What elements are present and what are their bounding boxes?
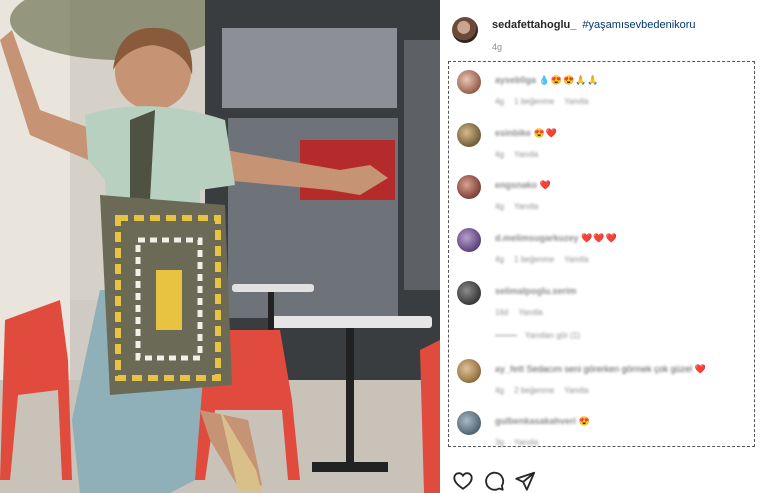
author-avatar[interactable]: [452, 17, 478, 43]
comment-item: selimalpoglu.serim 16d Yanıtla: [449, 281, 754, 321]
comment-body: ay_fett Sedacım seni görerken görmek çok…: [495, 364, 707, 375]
comment-text: 😍❤️: [533, 128, 558, 138]
commenter-username[interactable]: gulbenkasakahveri: [495, 416, 576, 426]
comment-body: esinbike 😍❤️: [495, 128, 558, 139]
replies-divider: [495, 335, 517, 337]
comment-body: ayseb0ga 💧😍😍🙏🙏: [495, 75, 600, 86]
commenter-avatar[interactable]: [457, 281, 481, 305]
comment-meta: 4g 2 beğenme Yanıtla: [495, 386, 597, 395]
comment-age: 4g: [495, 255, 504, 264]
comment-item: engsnako ❤️ 4g Yanıtla: [449, 175, 754, 215]
comment-body: gulbenkasakahveri 😍: [495, 416, 591, 427]
commenter-username[interactable]: d.melimsugarkuzey: [495, 233, 579, 243]
comment-age: 4g: [495, 150, 504, 159]
comment-text: ❤️: [539, 180, 552, 190]
comment-emoji: ❤️: [694, 364, 707, 374]
comment-item: ay_fett Sedacım seni görerken görmek çok…: [449, 359, 754, 399]
comment-meta: 4g 1 beğenme Yanıtla: [495, 255, 597, 264]
comment-meta: 16d Yanıtla: [495, 308, 551, 317]
commenter-avatar[interactable]: [457, 175, 481, 199]
view-replies-link[interactable]: Yanıtları gör (1): [495, 331, 580, 340]
author-username[interactable]: sedafettahoglu_: [492, 19, 576, 31]
photo-icon: [0, 0, 440, 493]
comment-text: Sedacım seni görerken görmek çok güzel: [526, 364, 693, 374]
post-photo[interactable]: [0, 0, 440, 493]
reply-button[interactable]: Yanıtla: [514, 202, 538, 211]
commenter-avatar[interactable]: [457, 228, 481, 252]
comment-age: 4g: [495, 97, 504, 106]
comment-body: d.melimsugarkuzey ❤️❤️❤️: [495, 233, 618, 244]
post-panel: sedafettahoglu_ #yaşamısevbedenikoru 4g …: [440, 0, 770, 493]
post-caption: sedafettahoglu_ #yaşamısevbedenikoru: [492, 19, 696, 31]
comment-meta: 4g 1 beğenme Yanıtla: [495, 97, 597, 106]
comment-item: d.melimsugarkuzey ❤️❤️❤️ 4g 1 beğenme Ya…: [449, 228, 754, 268]
comment-likes[interactable]: 1 beğenme: [514, 97, 554, 106]
reply-button[interactable]: Yanıtla: [518, 308, 542, 317]
comment-text: 😍: [578, 416, 591, 426]
reply-button[interactable]: Yanıtla: [514, 438, 538, 447]
commenter-avatar[interactable]: [457, 359, 481, 383]
heart-icon[interactable]: [452, 470, 474, 492]
comment-item: gulbenkasakahveri 😍 3g Yanıtla: [449, 411, 754, 451]
commenter-username[interactable]: esinbike: [495, 128, 531, 138]
commenter-avatar[interactable]: [457, 411, 481, 435]
comment-item: esinbike 😍❤️ 4g Yanıtla: [449, 123, 754, 163]
comment-text: ❤️❤️❤️: [581, 233, 618, 243]
reply-button[interactable]: Yanıtla: [564, 97, 588, 106]
comment-item: ayseb0ga 💧😍😍🙏🙏 4g 1 beğenme Yanıtla: [449, 70, 754, 110]
hashtag-link[interactable]: #yaşamısevbedenikoru: [582, 19, 695, 31]
comment-icon[interactable]: [483, 470, 505, 492]
commenter-username[interactable]: ay_fett: [495, 364, 524, 374]
commenter-username[interactable]: selimalpoglu.serim: [495, 286, 577, 296]
post-header: sedafettahoglu_ #yaşamısevbedenikoru 4g: [452, 14, 762, 54]
comment-meta: 3g Yanıtla: [495, 438, 546, 447]
commenter-avatar[interactable]: [457, 70, 481, 94]
share-icon[interactable]: [514, 470, 536, 492]
comments-list[interactable]: ayseb0ga 💧😍😍🙏🙏 4g 1 beğenme Yanıtla esin…: [448, 61, 755, 447]
comment-age: 16d: [495, 308, 509, 317]
reply-button[interactable]: Yanıtla: [564, 255, 588, 264]
reply-button[interactable]: Yanıtla: [514, 150, 538, 159]
view-replies-label[interactable]: Yanıtları gör (1): [525, 331, 580, 340]
commenter-avatar[interactable]: [457, 123, 481, 147]
post-actions: [452, 470, 572, 492]
comment-meta: 4g Yanıtla: [495, 202, 546, 211]
comment-likes[interactable]: 2 beğenme: [514, 386, 554, 395]
commenter-username[interactable]: ayseb0ga: [495, 75, 536, 85]
comment-age: 4g: [495, 202, 504, 211]
comment-age: 3g: [495, 438, 504, 447]
comment-body: engsnako ❤️: [495, 180, 552, 191]
commenter-username[interactable]: engsnako: [495, 180, 537, 190]
post-age: 4g: [492, 42, 503, 52]
comment-age: 4g: [495, 386, 504, 395]
comment-likes[interactable]: 1 beğenme: [514, 255, 554, 264]
reply-button[interactable]: Yanıtla: [564, 386, 588, 395]
comment-text: 💧😍😍🙏🙏: [538, 75, 600, 85]
comment-meta: 4g Yanıtla: [495, 150, 546, 159]
comment-body: selimalpoglu.serim: [495, 286, 577, 296]
